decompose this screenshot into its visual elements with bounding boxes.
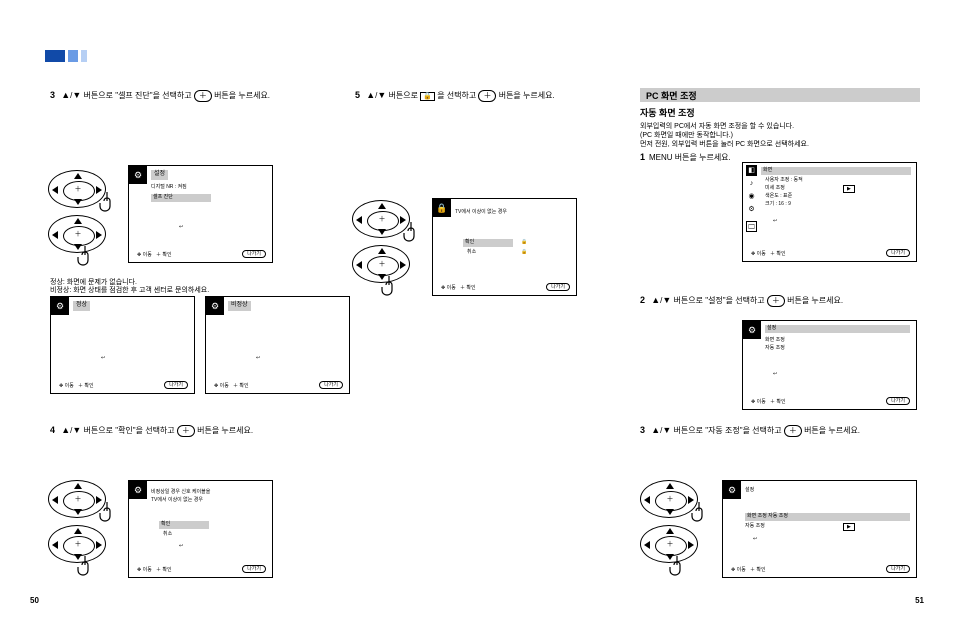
setup-tab-icon: ⚙ (51, 297, 69, 315)
press-hand-icon (380, 274, 400, 296)
picture-tab-icon: ◧ (746, 165, 757, 176)
setup-tab-icon: ⚙ (743, 321, 761, 339)
col1-step3-text: 3 ▲/▼ 버튼으로 "셀프 진단"을 선택하고 ＋ 버튼을 누르세요. (50, 90, 310, 102)
header-color-mark (45, 50, 87, 62)
lock-icon: 🔒 (521, 249, 527, 255)
osd-title: 설정 (745, 487, 754, 493)
lock-icon: 🔒 (521, 239, 527, 245)
osd-title: 정상 (73, 301, 90, 311)
setup-tab-icon: ⚙ (723, 481, 741, 499)
osd-row-highlight: 확인 (159, 521, 209, 529)
return-icon: ↩ (773, 371, 777, 377)
osd-row: 자동 조정 (745, 523, 765, 529)
osd-row: 취소 (163, 531, 172, 537)
setup-tab-icon: ⚙ (746, 204, 757, 215)
osd-screen-picture: ◧ ♪ ◉ ⚙ 🖵 화면 사용자 조정 : 동적 미세 조정 ▶ 색온도 : 표… (742, 162, 917, 262)
osd-screen-lock: 🔒 TV에서 이상이 없는 경우 확인 🔒 취소 🔒 ✥ 이동 ＋ 확인 나가기 (432, 198, 577, 296)
osd-row: 색온도 : 표준 (765, 193, 792, 199)
osd-screen-setup2: ⚙ 설정 화면 조정 자동 조정 ↩ ✥ 이동 ＋ 확인 나가기 (742, 320, 917, 410)
osd-footer: ✥ 이동 ＋ 확인 (441, 285, 476, 291)
pc-tab-icon: 🖵 (746, 221, 757, 232)
osd-title: 비정상 (228, 301, 251, 311)
osd-subbox: ▶ (843, 523, 855, 531)
down-arrow-icon: ▼ (72, 90, 81, 102)
col2-step5-text: 5 ▲/▼ 버튼으로 🔒 을 선택하고 ＋ 버튼을 누르세요. (355, 90, 615, 102)
setup-tab-icon: ⚙ (129, 481, 147, 499)
osd-title: 설정 (151, 170, 168, 180)
press-hand-icon (98, 190, 118, 212)
osd-title-row: 설정 (765, 325, 910, 333)
exit-button: 나가기 (164, 381, 188, 389)
setup-tab-icon: ⚙ (206, 297, 224, 315)
osd-footer: ✥ 이동 ＋ 확인 (751, 251, 786, 257)
osd-row: 자동 조정 (765, 345, 785, 351)
exit-button: 나가기 (242, 565, 266, 573)
enter-button-icon: ＋ (194, 90, 212, 102)
col3-step3-text: 3 ▲/▼ 버튼으로 "자동 조정"을 선택하고 ＋ 버튼을 누르세요. (640, 425, 920, 437)
osd-row: 사용자 조정 : 동적 (765, 177, 803, 183)
col3-step2-text: 2 ▲/▼ 버튼으로 "설정"을 선택하고 ＋ 버튼을 누르세요. (640, 295, 920, 307)
osd-title-row: 화면 (761, 167, 911, 175)
osd-row: TV에서 이상이 없는 경우 (151, 497, 203, 503)
press-hand-icon (690, 500, 710, 522)
subsection-title: 자동 화면 조정 (640, 108, 695, 120)
press-hand-icon (76, 554, 96, 576)
exit-button: 나가기 (319, 381, 343, 389)
exit-button: 나가기 (886, 249, 910, 257)
press-hand-icon (98, 500, 118, 522)
exit-button: 나가기 (886, 565, 910, 573)
osd-screen-abnormal: ⚙ 비정상 ↩ ✥ 이동 ＋ 확인 나가기 (205, 296, 350, 394)
exit-button: 나가기 (546, 283, 570, 291)
page-number-right: 51 (915, 596, 924, 606)
osd-screen-setup: ⚙ 설정 디지털 NR : 켜짐 셀프 진단 ↩ ✥ 이동 ＋ 확인 나가기 (128, 165, 273, 263)
exit-button: 나가기 (886, 397, 910, 405)
setup-tab-icon: ⚙ (129, 166, 147, 184)
osd-footer: ✥ 이동 ＋ 확인 (731, 567, 766, 573)
osd-footer: ✥ 이동 ＋ 확인 (214, 383, 249, 389)
abnormal-note: 비정상: 화면 상태를 점검한 후 고객 센터로 문의하세요. (50, 286, 350, 295)
osd-footer: ✥ 이동 ＋ 확인 (137, 252, 172, 258)
return-icon: ↩ (101, 355, 105, 361)
col1-step4-text: 4 ▲/▼ 버튼으로 "확인"을 선택하고 ＋ 버튼을 누르세요. (50, 425, 310, 437)
return-icon: ↩ (256, 355, 260, 361)
intro-text-1: 외부입력의 PC에서 자동 화면 조정을 할 수 있습니다. (640, 122, 920, 131)
intro-text-3: 먼저 전원, 외부입력 버튼을 눌러 PC 화면으로 선택하세요. (640, 140, 920, 149)
return-icon: ↩ (179, 224, 183, 230)
osd-subbox: ▶ (843, 185, 855, 193)
osd-screen-confirm: ⚙ 비정상일 경우 신호 케이블을 TV에서 이상이 없는 경우 확인 취소 ↩… (128, 480, 273, 578)
lock-icon: 🔒 (420, 92, 435, 101)
section-title: PC 화면 조정 (640, 88, 920, 102)
osd-row-highlight: 확인 (463, 239, 513, 247)
osd-row: TV에서 이상이 없는 경우 (455, 209, 507, 215)
osd-row-highlight: 셀프 진단 (151, 194, 211, 202)
osd-footer: ✥ 이동 ＋ 확인 (751, 399, 786, 405)
return-icon: ↩ (753, 536, 757, 542)
return-icon: ↩ (179, 543, 183, 549)
osd-row-highlight: 화면 조정 자동 조정 (745, 513, 910, 521)
osd-footer: ✥ 이동 ＋ 확인 (59, 383, 94, 389)
press-hand-icon (76, 244, 96, 266)
press-hand-icon (668, 554, 688, 576)
exit-button: 나가기 (242, 250, 266, 258)
osd-row: 화면 조정 (765, 337, 785, 343)
sound-tab-icon: ♪ (746, 178, 757, 189)
up-arrow-icon: ▲ (61, 90, 70, 102)
osd-screen-normal: ⚙ 정상 ↩ ✥ 이동 ＋ 확인 나가기 (50, 296, 195, 394)
return-icon: ↩ (773, 218, 777, 224)
osd-screen-auto-adjust: ⚙ 설정 화면 조정 자동 조정 자동 조정 ▶ ↩ ✥ 이동 ＋ 확인 나가기 (722, 480, 917, 578)
lock-tab-icon: 🔒 (433, 199, 451, 217)
channel-tab-icon: ◉ (746, 191, 757, 202)
osd-row: 디지털 NR : 켜짐 (151, 184, 187, 190)
osd-row: 취소 (467, 249, 476, 255)
intro-text-2: (PC 화면일 때에만 동작합니다.) (640, 131, 920, 140)
osd-row: 미세 조정 (765, 185, 785, 191)
col3-step1-text: 1MENU 버튼을 누르세요. (640, 152, 731, 164)
osd-footer: ✥ 이동 ＋ 확인 (137, 567, 172, 573)
osd-row: 비정상일 경우 신호 케이블을 (151, 489, 210, 495)
press-hand-icon (402, 220, 422, 242)
page-number-left: 50 (30, 596, 39, 606)
osd-row: 크기 : 16 : 9 (765, 201, 791, 207)
